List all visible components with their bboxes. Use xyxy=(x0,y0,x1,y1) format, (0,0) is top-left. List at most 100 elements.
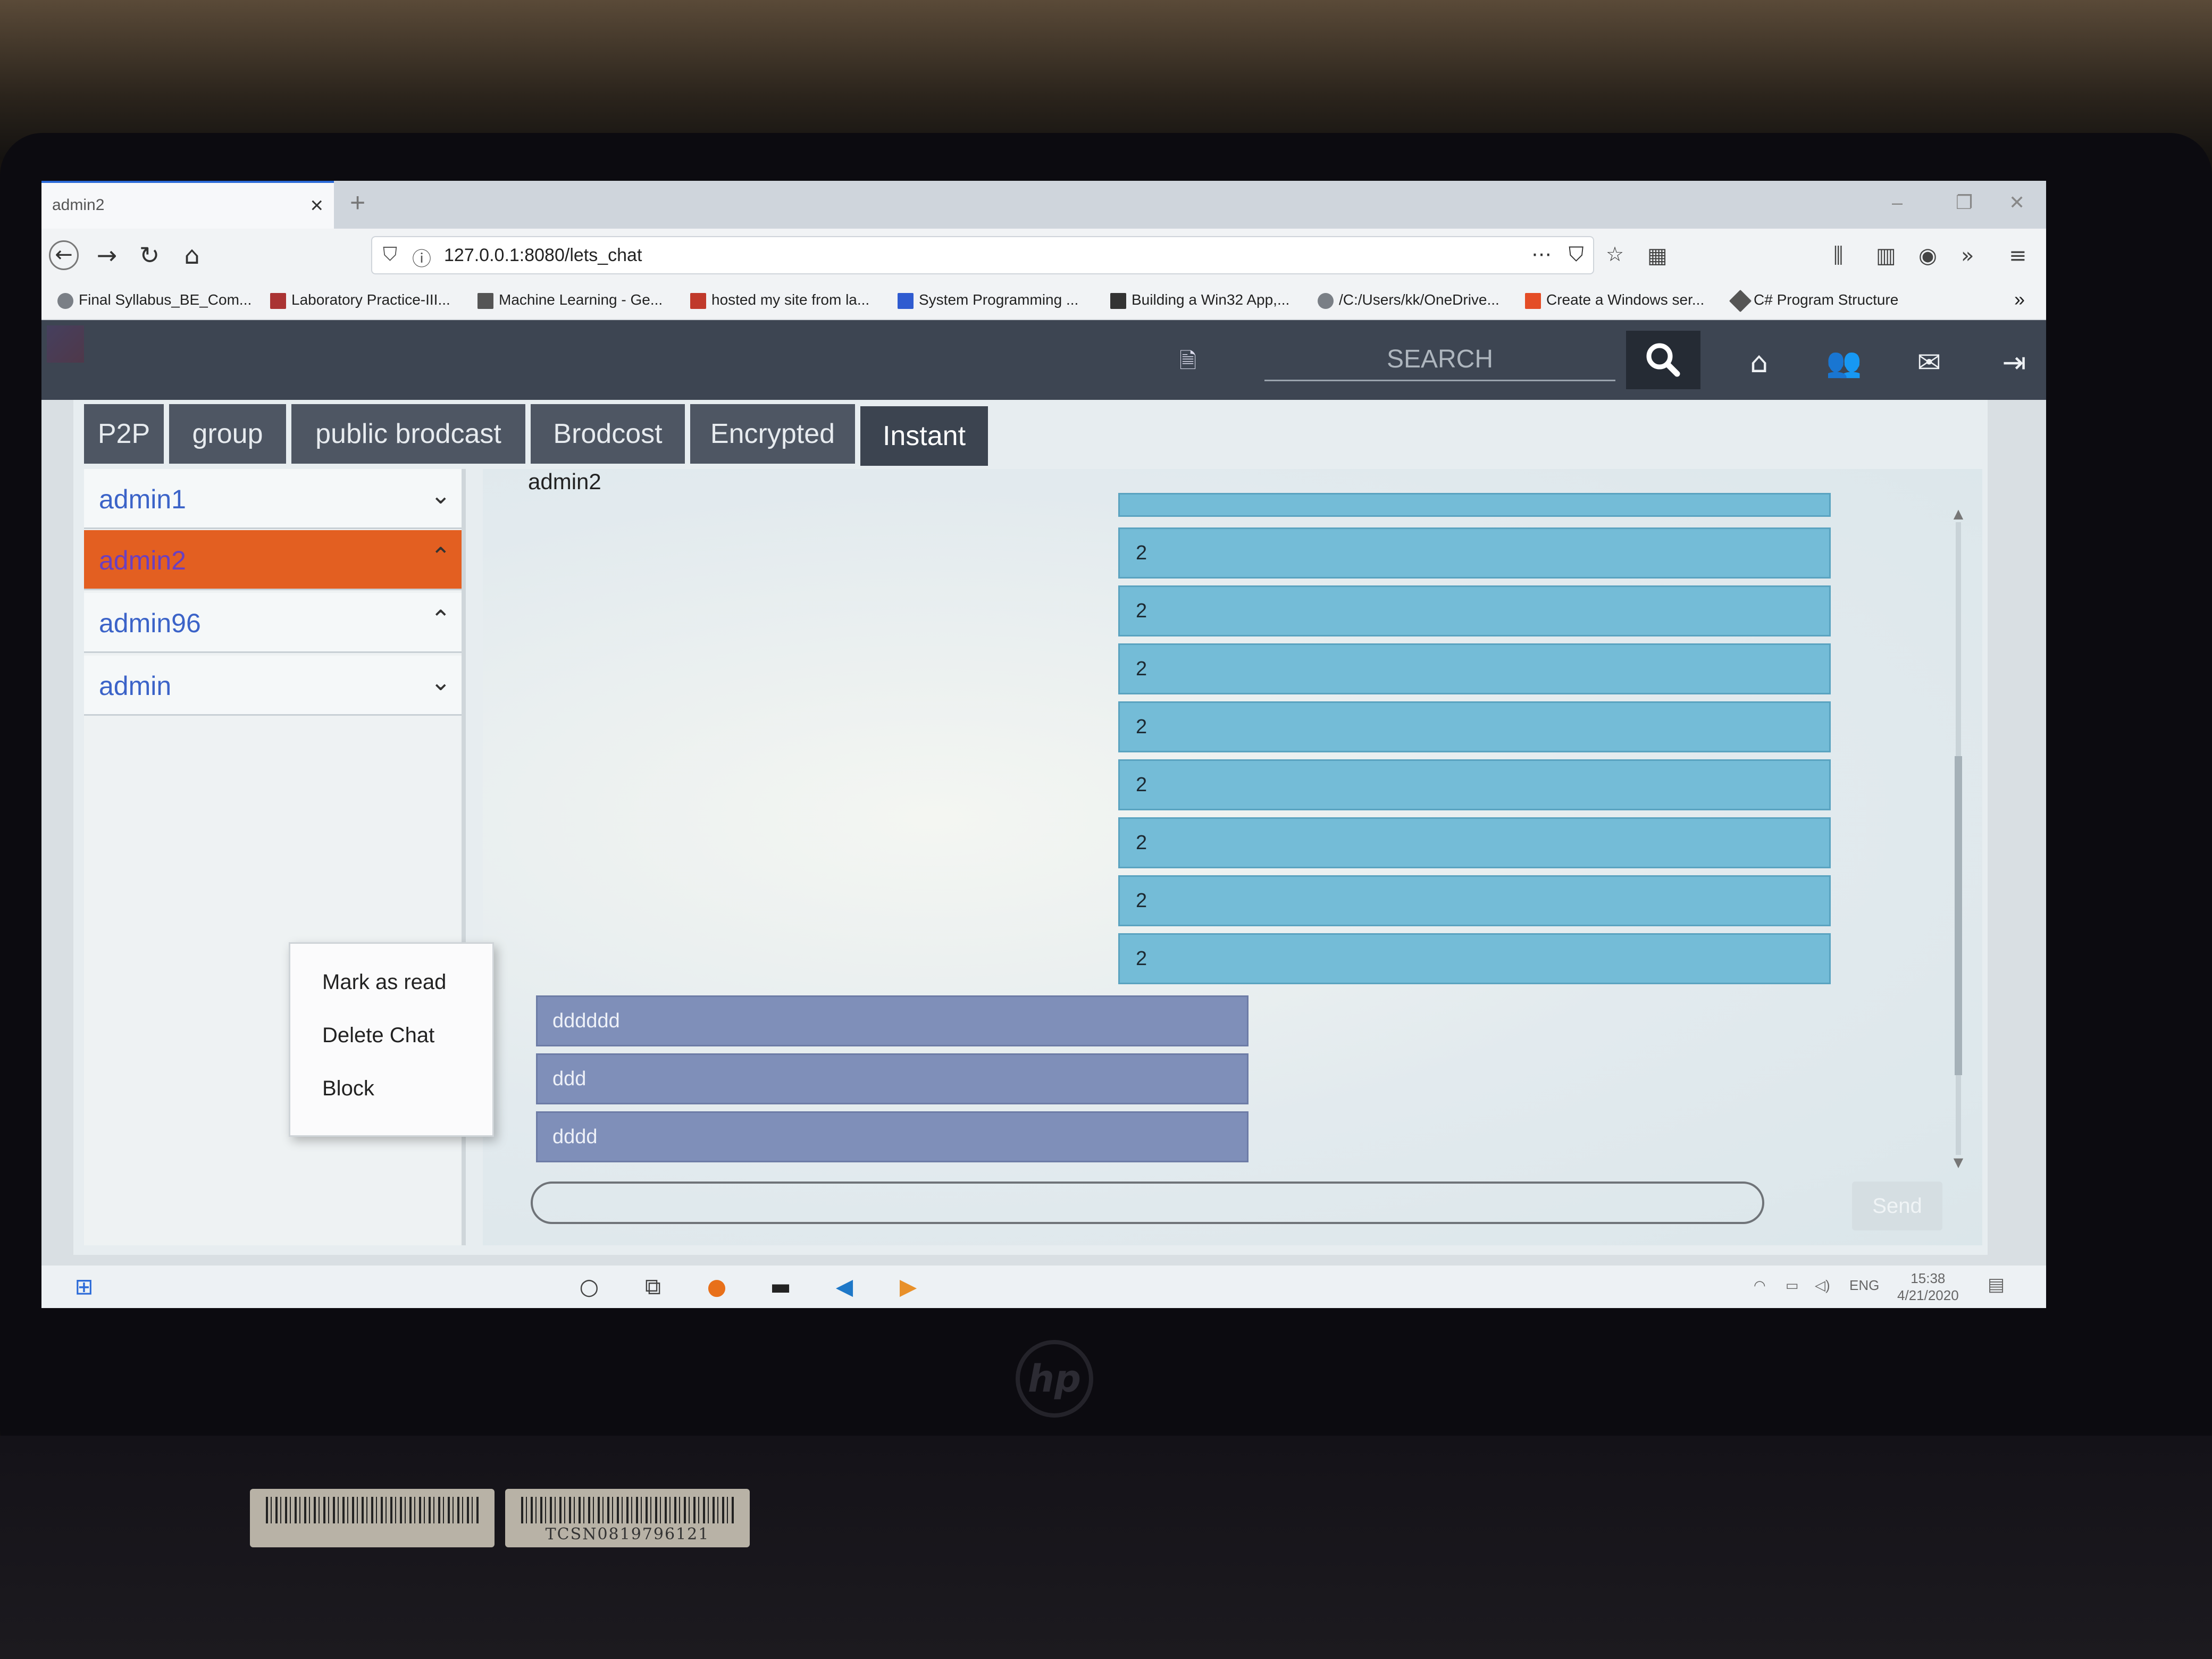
diamond-icon xyxy=(1729,289,1752,312)
incoming-message: 2 xyxy=(1118,875,1831,926)
info-icon[interactable]: ⓘ xyxy=(412,244,431,271)
app-icon[interactable]: ▶ xyxy=(892,1272,924,1302)
k-icon xyxy=(690,292,706,309)
search-button[interactable] xyxy=(1626,331,1700,389)
terminal-icon[interactable]: ▬ xyxy=(765,1272,797,1302)
contact-item[interactable]: admin96 ⌃ xyxy=(84,593,462,653)
cortana-icon[interactable]: ○ xyxy=(573,1272,605,1302)
language-indicator[interactable]: ENG xyxy=(1849,1277,1879,1294)
shield-icon: ⛉ xyxy=(383,244,398,265)
bookmark-item[interactable]: System Programming ... xyxy=(898,291,1078,309)
tab-p2p[interactable]: P2P xyxy=(84,404,164,464)
browser-tab[interactable]: admin2 × xyxy=(41,181,334,229)
outgoing-message: dddddd xyxy=(536,995,1249,1046)
hp-logo: hp xyxy=(1016,1340,1093,1418)
laptop-screen: admin2 × + – ❐ ✕ ← → ↻ ⌂ ⛉ ⓘ 127.0.0.1:8… xyxy=(41,181,2046,1308)
outgoing-message: ddd xyxy=(536,1053,1249,1104)
sidebar-icon[interactable]: ▥ xyxy=(1876,244,1896,268)
send-button[interactable]: Send xyxy=(1852,1182,1942,1230)
contact-name: admin2 xyxy=(99,546,186,575)
bookmark-item[interactable]: /C:/Users/kk/OneDrive... xyxy=(1318,291,1499,309)
forward-icon[interactable]: → xyxy=(92,240,122,270)
clock[interactable]: 15:38 4/21/2020 xyxy=(1897,1270,1959,1304)
web-page: 🗎 ⌂ 👥 ✉ ⇥ P2P group public brodcast Brod… xyxy=(41,320,2046,1308)
bookmark-item[interactable]: Machine Learning - Ge... xyxy=(477,291,663,309)
search-icon xyxy=(1646,343,1680,377)
link-icon xyxy=(477,292,493,309)
scroll-up-icon[interactable]: ▲ xyxy=(1950,506,1966,521)
windows-icon xyxy=(1525,292,1541,309)
account-icon[interactable]: ◉ xyxy=(1918,244,1937,268)
bookmark-item[interactable]: Final Syllabus_BE_Com... xyxy=(57,291,252,309)
search-input[interactable] xyxy=(1264,339,1615,381)
reload-icon[interactable]: ↻ xyxy=(135,240,164,270)
chat-scrollbar[interactable]: ▲ ▼ xyxy=(1950,506,1966,1171)
incoming-message: 2 xyxy=(1118,933,1831,984)
message-input[interactable] xyxy=(531,1182,1764,1224)
back-icon[interactable]: ← xyxy=(49,240,79,270)
menu-item-mark-as-read[interactable]: Mark as read xyxy=(322,970,446,994)
barcode-sticker xyxy=(250,1489,495,1547)
extension-grid-icon[interactable]: ▦ xyxy=(1647,244,1668,268)
os-taskbar: ⊞ ○ ⧉ ● ▬ ◀ ▶ ◠ ▭ ◁) ENG 15:38 4/21/2020… xyxy=(41,1266,2046,1308)
bookmark-star-icon[interactable]: ☆ xyxy=(1606,242,1624,266)
bookmark-item[interactable]: Create a Windows ser... xyxy=(1525,291,1704,309)
windows-start-icon[interactable]: ⊞ xyxy=(68,1272,100,1302)
library-icon[interactable]: ⫼ xyxy=(1833,244,1843,268)
chevron-down-icon[interactable]: ⌄ xyxy=(430,481,451,509)
battery-icon[interactable]: ▭ xyxy=(1786,1277,1799,1294)
bookmark-item[interactable]: Laboratory Practice-III... xyxy=(270,291,450,309)
chevron-up-icon[interactable]: ⌃ xyxy=(430,542,451,571)
scroll-down-icon[interactable]: ▼ xyxy=(1950,1155,1966,1170)
tab-encrypted[interactable]: Encrypted xyxy=(690,404,855,464)
brand-logo xyxy=(47,325,84,363)
page-actions-icon[interactable]: ⋯ xyxy=(1531,242,1552,266)
close-tab-icon[interactable]: × xyxy=(310,192,323,218)
tab-group[interactable]: group xyxy=(169,404,286,464)
menu-icon[interactable]: ≡ xyxy=(2009,244,2027,268)
contact-item-active[interactable]: admin2 ⌃ xyxy=(84,530,462,590)
bookmark-item[interactable]: Building a Win32 App,... xyxy=(1110,291,1289,309)
task-view-icon[interactable]: ⧉ xyxy=(637,1272,669,1302)
chevron-down-icon[interactable]: ⌄ xyxy=(430,667,451,696)
chevron-up-icon[interactable]: ⌃ xyxy=(430,605,451,633)
home-icon[interactable]: ⌂ xyxy=(177,240,207,270)
volume-icon[interactable]: ◁) xyxy=(1815,1277,1830,1294)
browser-navbar: ← → ↻ ⌂ ⛉ ⓘ 127.0.0.1:8080/lets_chat ⋯ ⛉… xyxy=(41,229,2046,282)
chat-title: admin2 xyxy=(528,469,601,494)
new-tab-button[interactable]: + xyxy=(350,187,365,218)
globe-icon xyxy=(57,292,73,309)
scroll-thumb[interactable] xyxy=(1955,756,1962,1075)
contact-item[interactable]: admin1 ⌄ xyxy=(84,469,462,529)
notification-icon[interactable]: ▤ xyxy=(1988,1274,2005,1295)
tab-brodcost[interactable]: Brodcost xyxy=(531,404,685,464)
menu-item-block[interactable]: Block xyxy=(322,1077,374,1101)
incoming-message xyxy=(1118,493,1831,517)
browser-tab-strip: admin2 × + – ❐ ✕ xyxy=(41,181,2046,229)
vscode-icon[interactable]: ◀ xyxy=(828,1272,860,1302)
pocket-icon[interactable]: ⛉ xyxy=(1569,242,1584,266)
browser-tab-title: admin2 xyxy=(52,196,105,214)
mail-icon[interactable]: ✉ xyxy=(1908,344,1950,381)
document-icon[interactable]: 🗎 xyxy=(1179,346,1196,382)
overflow-icon[interactable]: » xyxy=(1961,244,1974,268)
address-bar[interactable]: ⛉ ⓘ 127.0.0.1:8080/lets_chat ⋯ ⛉ ☆ xyxy=(371,236,1624,274)
tab-instant[interactable]: Instant xyxy=(860,406,988,466)
bookmark-item[interactable]: C# Program Structure xyxy=(1729,289,1898,312)
bookmark-item[interactable]: hosted my site from la... xyxy=(690,291,869,309)
bookmarks-overflow-icon[interactable]: » xyxy=(2014,288,2025,311)
minimize-icon[interactable]: – xyxy=(1892,191,1903,214)
tab-public-brodcast[interactable]: public brodcast xyxy=(291,404,525,464)
home-icon[interactable]: ⌂ xyxy=(1738,344,1780,381)
restore-icon[interactable]: ❐ xyxy=(1956,191,1973,214)
barcode-sticker: TCSN0819796121 xyxy=(505,1489,750,1547)
logout-icon[interactable]: ⇥ xyxy=(1993,344,2035,381)
url-text: 127.0.0.1:8080/lets_chat xyxy=(444,245,642,265)
contact-item[interactable]: admin ⌄ xyxy=(84,656,462,716)
network-icon[interactable]: ◠ xyxy=(1754,1277,1766,1294)
users-icon[interactable]: 👥 xyxy=(1823,344,1865,381)
menu-item-delete-chat[interactable]: Delete Chat xyxy=(322,1024,434,1048)
doc-icon xyxy=(1110,292,1126,309)
firefox-icon[interactable]: ● xyxy=(701,1272,733,1302)
close-window-icon[interactable]: ✕ xyxy=(2009,191,2025,214)
